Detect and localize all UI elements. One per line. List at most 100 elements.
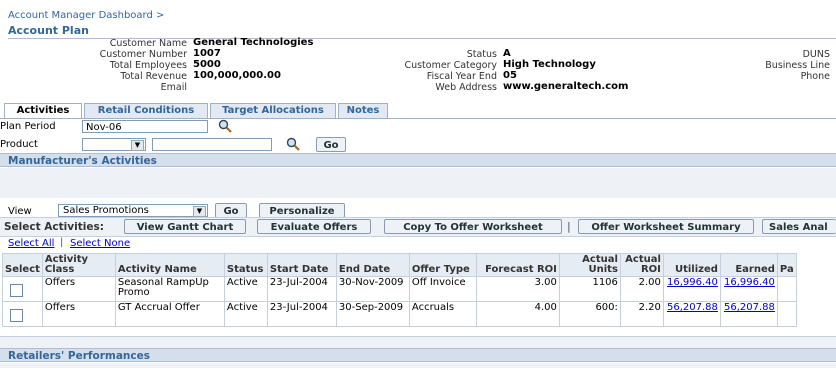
chevron-down-icon: ▼ bbox=[193, 206, 206, 217]
web-address-value: www.generaltech.com bbox=[503, 81, 629, 92]
tab-divider bbox=[0, 118, 836, 119]
chevron-down-icon: ▼ bbox=[131, 140, 144, 151]
product-input[interactable] bbox=[152, 138, 272, 151]
status-value: A bbox=[503, 48, 511, 59]
cell-forecast-roi: 4.00 bbox=[475, 301, 560, 327]
cell-activity-class: Offers bbox=[41, 301, 116, 327]
col-earned[interactable]: Earned bbox=[719, 253, 778, 277]
table-header-row: Select Activity Class Activity Name Stat… bbox=[2, 253, 797, 277]
evaluate-offers-button[interactable]: Evaluate Offers bbox=[257, 219, 371, 234]
cell-activity-name: GT Accrual Offer bbox=[114, 301, 225, 327]
duns-label: DUNS bbox=[802, 49, 830, 60]
offer-worksheet-summary-button[interactable]: Offer Worksheet Summary bbox=[578, 219, 754, 234]
total-revenue-value: 100,000,000.00 bbox=[193, 70, 281, 81]
tab-retail-conditions[interactable]: Retail Conditions bbox=[84, 103, 208, 119]
button-separator: | bbox=[567, 220, 571, 233]
email-label: Email bbox=[160, 82, 187, 93]
cell-end-date: 30-Nov-2009 bbox=[335, 276, 410, 302]
table-row: Offers Seasonal RampUp Promo Active 23-J… bbox=[2, 276, 797, 302]
cell-actual-units: 1106 bbox=[558, 276, 621, 302]
status-label: Status bbox=[466, 49, 497, 60]
phone-label: Phone bbox=[800, 71, 830, 82]
plan-period-label: Plan Period bbox=[0, 121, 56, 132]
view-select[interactable]: Sales Promotions ▼ bbox=[58, 204, 208, 217]
view-label: View bbox=[8, 206, 32, 217]
view-gantt-chart-button[interactable]: View Gantt Chart bbox=[124, 219, 246, 234]
cell-start-date: 23-Jul-2004 bbox=[266, 301, 337, 327]
fiscal-year-end-value: 05 bbox=[503, 70, 517, 81]
cell-utilized: 16,996.40 bbox=[662, 276, 721, 302]
row-select-cell bbox=[2, 276, 43, 302]
search-icon[interactable] bbox=[218, 119, 232, 133]
row-select-cell bbox=[2, 301, 43, 327]
sales-analysis-button[interactable]: Sales Anal bbox=[762, 219, 836, 234]
tab-notes[interactable]: Notes bbox=[338, 103, 388, 119]
section-spacer bbox=[0, 363, 836, 368]
plan-period-input[interactable]: Nov-06 bbox=[82, 120, 208, 133]
checkbox-icon[interactable] bbox=[10, 309, 23, 322]
cell-activity-class: Offers bbox=[41, 276, 116, 302]
customer-number-label: Customer Number bbox=[99, 49, 187, 60]
retailers-performances-header: Retailers' Performances bbox=[0, 348, 836, 362]
cell-paid bbox=[776, 301, 797, 327]
cell-forecast-roi: 3.00 bbox=[475, 276, 560, 302]
col-utilized[interactable]: Utilized bbox=[662, 253, 721, 277]
view-select-value: Sales Promotions bbox=[63, 205, 149, 216]
customer-number-value: 1007 bbox=[193, 48, 221, 59]
cell-offer-type: Off Invoice bbox=[408, 276, 477, 302]
col-start-date[interactable]: Start Date bbox=[266, 253, 337, 277]
cell-status: Active bbox=[223, 301, 268, 327]
view-go-button[interactable]: Go bbox=[215, 203, 247, 218]
col-activity-class[interactable]: Activity Class bbox=[41, 253, 116, 277]
cell-utilized: 56,207.88 bbox=[662, 301, 721, 327]
col-end-date[interactable]: End Date bbox=[335, 253, 410, 277]
col-status[interactable]: Status bbox=[223, 253, 268, 277]
col-paid[interactable]: Pa bbox=[776, 253, 797, 277]
cell-status: Active bbox=[223, 276, 268, 302]
cell-actual-roi: 2.00 bbox=[619, 276, 664, 302]
personalize-button[interactable]: Personalize bbox=[259, 203, 345, 218]
col-select: Select bbox=[2, 253, 43, 277]
breadcrumb[interactable]: Account Manager Dashboard > bbox=[8, 10, 164, 21]
customer-name-label: Customer Name bbox=[109, 38, 187, 49]
utilized-link[interactable]: 56,207.88 bbox=[667, 302, 718, 313]
total-employees-label: Total Employees bbox=[109, 60, 187, 71]
link-separator: | bbox=[60, 237, 64, 248]
product-select[interactable]: ▼ bbox=[82, 138, 146, 151]
col-activity-name[interactable]: Activity Name bbox=[114, 253, 225, 277]
cell-start-date: 23-Jul-2004 bbox=[266, 276, 337, 302]
cell-offer-type: Accruals bbox=[408, 301, 477, 327]
tab-target-allocations[interactable]: Target Allocations bbox=[210, 103, 336, 119]
customer-name-value: General Technologies bbox=[193, 37, 314, 48]
checkbox-icon[interactable] bbox=[10, 284, 23, 297]
col-offer-type[interactable]: Offer Type bbox=[408, 253, 477, 277]
product-label: Product bbox=[0, 139, 38, 150]
col-forecast-roi[interactable]: Forecast ROI bbox=[475, 253, 560, 277]
activities-table: Select Activity Class Activity Name Stat… bbox=[2, 253, 797, 327]
customer-category-label: Customer Category bbox=[404, 60, 497, 71]
col-actual-units[interactable]: Actual Units bbox=[558, 253, 621, 277]
search-icon[interactable] bbox=[286, 137, 300, 151]
select-none-link[interactable]: Select None bbox=[70, 238, 130, 249]
earned-link[interactable]: 16,996.40 bbox=[724, 277, 775, 288]
earned-link[interactable]: 56,207.88 bbox=[724, 302, 775, 313]
col-actual-roi[interactable]: Actual ROI bbox=[619, 253, 664, 277]
cell-paid bbox=[776, 276, 797, 302]
tab-activities[interactable]: Activities bbox=[4, 103, 82, 119]
business-line-label: Business Line bbox=[765, 60, 830, 71]
customer-category-value: High Technology bbox=[503, 59, 596, 70]
section-spacer bbox=[0, 168, 836, 198]
select-all-link[interactable]: Select All bbox=[8, 238, 54, 249]
select-activities-label: Select Activities: bbox=[4, 221, 104, 233]
cell-actual-roi: 2.20 bbox=[619, 301, 664, 327]
copy-to-offer-worksheet-button[interactable]: Copy To Offer Worksheet bbox=[384, 219, 562, 234]
utilized-link[interactable]: 16,996.40 bbox=[667, 277, 718, 288]
web-address-label: Web Address bbox=[435, 82, 497, 93]
page-title: Account Plan bbox=[8, 24, 836, 39]
cell-earned: 56,207.88 bbox=[719, 301, 778, 327]
total-revenue-label: Total Revenue bbox=[120, 71, 187, 82]
manufacturer-activities-header: Manufacturer's Activities bbox=[0, 153, 836, 167]
total-employees-value: 5000 bbox=[193, 59, 221, 70]
product-go-button[interactable]: Go bbox=[316, 137, 346, 152]
cell-activity-name: Seasonal RampUp Promo bbox=[114, 276, 225, 302]
